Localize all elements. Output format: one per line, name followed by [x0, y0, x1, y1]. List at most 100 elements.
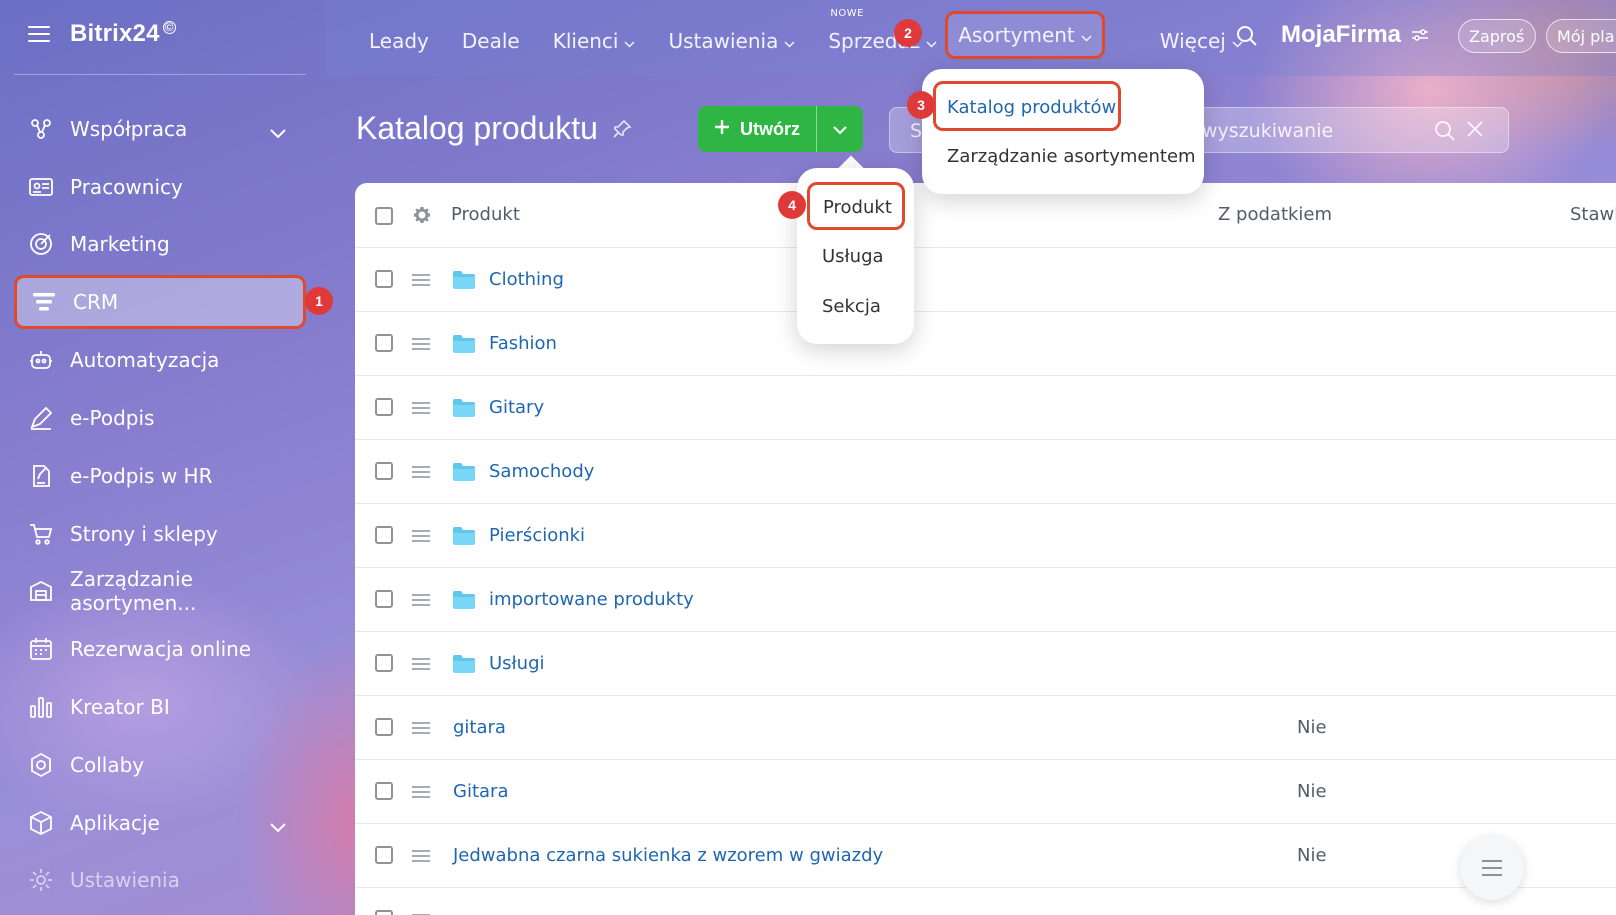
menu-item-katalog-produktow[interactable]: Katalog produktów	[933, 81, 1121, 131]
drag-handle-icon[interactable]	[412, 274, 430, 286]
sidebar-item-wspolpraca[interactable]: Współpraca	[14, 100, 306, 158]
tax-cell: Nie	[1297, 781, 1327, 802]
sidebar-item-ustawienia[interactable]: Ustawienia	[14, 852, 306, 910]
search-icon[interactable]	[1235, 24, 1259, 52]
row-checkbox[interactable]	[375, 590, 393, 608]
table-row[interactable]	[355, 888, 1616, 915]
table-row[interactable]: Gitara Nie	[355, 760, 1616, 824]
topnav-ustawienia[interactable]: Ustawienia	[668, 22, 795, 59]
top-nav: Leady Deale Klienci Ustawienia NOWE Sprz…	[369, 8, 1276, 59]
clear-x-icon[interactable]	[1466, 120, 1484, 146]
sidebar-item-aplikacje[interactable]: Aplikacje	[14, 794, 306, 852]
search-icon[interactable]	[1434, 120, 1456, 146]
menu-burger-icon[interactable]	[28, 26, 50, 42]
marketing-icon	[28, 231, 54, 257]
row-checkbox[interactable]	[375, 526, 393, 544]
table-row[interactable]: Fashion	[355, 312, 1616, 376]
row-checkbox[interactable]	[375, 654, 393, 672]
menu-item-usluga[interactable]: Usługa	[822, 246, 884, 267]
table-row[interactable]: importowane produkty	[355, 568, 1616, 632]
sidebar-item-e-podpis-hr[interactable]: e-Podpis w HR	[14, 447, 306, 505]
chevron-down-icon	[624, 29, 636, 53]
drag-handle-icon[interactable]	[412, 338, 430, 350]
table-row[interactable]: Samochody	[355, 440, 1616, 504]
sidebar-item-strony-i-sklepy[interactable]: Strony i sklepy	[14, 505, 306, 563]
drag-handle-icon[interactable]	[412, 722, 430, 734]
row-checkbox[interactable]	[375, 846, 393, 864]
sidebar-item-zarzadzanie-asortymentem[interactable]: Zarządzanie asortymen...	[14, 563, 306, 621]
drag-handle-icon[interactable]	[412, 402, 430, 414]
product-name-link[interactable]: Gitara	[453, 781, 508, 802]
drag-handle-icon[interactable]	[412, 466, 430, 478]
select-all-checkbox[interactable]	[375, 207, 393, 225]
row-checkbox[interactable]	[375, 398, 393, 416]
menu-item-zarzadzanie-asortymentem[interactable]: Zarządzanie asortymentem	[947, 146, 1196, 167]
product-name-link[interactable]: Jedwabna czarna sukienka z wzorem w gwia…	[453, 845, 883, 866]
create-dropdown-button[interactable]	[816, 106, 863, 152]
my-plan-button[interactable]: Mój pla	[1546, 19, 1616, 53]
chevron-down-icon[interactable]	[270, 814, 286, 838]
drag-handle-icon[interactable]	[412, 530, 430, 542]
table-row[interactable]: Jedwabna czarna sukienka z wzorem w gwia…	[355, 824, 1616, 888]
sidebar-item-kreator-bi[interactable]: Kreator BI	[14, 678, 306, 736]
company-name[interactable]: MojaFirma	[1281, 21, 1429, 49]
invite-button[interactable]: Zaproś	[1458, 19, 1536, 53]
topnav-klienci[interactable]: Klienci	[553, 22, 636, 59]
topnav-wiecej[interactable]: Więcej	[1160, 22, 1243, 59]
sidebar-item-crm[interactable]: CRM	[14, 275, 306, 330]
settings-gear-icon	[28, 867, 54, 893]
row-checkbox[interactable]	[375, 782, 393, 800]
table-row[interactable]: Pierścionki	[355, 504, 1616, 568]
chevron-down-icon	[1081, 23, 1092, 47]
section-name-link[interactable]: Clothing	[489, 269, 564, 290]
chevron-down-icon[interactable]	[270, 120, 286, 144]
section-name-link[interactable]: Pierścionki	[489, 525, 585, 546]
table-row[interactable]: gitara Nie	[355, 696, 1616, 760]
folder-icon	[452, 526, 476, 550]
table-row[interactable]: Clothing	[355, 248, 1616, 312]
row-checkbox[interactable]	[375, 334, 393, 352]
hr-signature-icon	[28, 463, 54, 489]
employees-icon	[28, 174, 54, 200]
section-name-link[interactable]: Samochody	[489, 461, 594, 482]
section-name-link[interactable]: importowane produkty	[489, 589, 694, 610]
menu-item-sekcja[interactable]: Sekcja	[822, 296, 881, 317]
row-checkbox[interactable]	[375, 718, 393, 736]
sidebar-item-rezerwacja-online[interactable]: Rezerwacja online	[14, 620, 306, 678]
chevron-down-icon	[784, 29, 795, 53]
row-checkbox[interactable]	[375, 462, 393, 480]
table-row[interactable]: Usługi	[355, 632, 1616, 696]
product-name-link[interactable]: gitara	[453, 717, 506, 738]
drag-handle-icon[interactable]	[412, 786, 430, 798]
sidebar-item-e-podpis[interactable]: e-Podpis	[14, 389, 306, 447]
table-row[interactable]: Gitary	[355, 376, 1616, 440]
sidebar-item-pracownicy[interactable]: Pracownicy	[14, 158, 306, 216]
sidebar-item-collaby[interactable]: Collaby	[14, 736, 306, 794]
column-header-tax[interactable]: Z podatkiem	[1218, 204, 1332, 225]
drag-handle-icon[interactable]	[412, 658, 430, 670]
pin-icon[interactable]	[612, 110, 632, 147]
column-header-rate[interactable]: Stawk	[1570, 204, 1616, 225]
menu-item-produkt[interactable]: Produkt	[807, 182, 905, 230]
topnav-leady[interactable]: Leady	[369, 22, 429, 59]
column-header-product[interactable]: Produkt	[451, 204, 520, 225]
drag-handle-icon[interactable]	[412, 850, 430, 862]
list-menu-button[interactable]	[1460, 836, 1524, 900]
gear-icon[interactable]	[412, 205, 432, 229]
topnav-asortyment[interactable]: Asortyment	[945, 11, 1105, 59]
folder-icon	[452, 462, 476, 486]
sidebar-item-automatyzacja[interactable]: Automatyzacja	[14, 331, 306, 389]
create-button[interactable]: Utwórz	[698, 106, 816, 152]
brand: Bitrix24 ©	[28, 20, 176, 48]
section-name-link[interactable]: Gitary	[489, 397, 544, 418]
drag-handle-icon[interactable]	[412, 594, 430, 606]
product-grid: Produkt Z podatkiem Stawk Clothing Fashio…	[355, 183, 1616, 915]
row-checkbox[interactable]	[375, 270, 393, 288]
step-badge-4: 4	[778, 191, 806, 219]
section-name-link[interactable]: Usługi	[489, 653, 545, 674]
section-name-link[interactable]: Fashion	[489, 333, 557, 354]
row-checkbox[interactable]	[375, 910, 393, 915]
topnav-deale[interactable]: Deale	[462, 22, 520, 59]
sidebar-item-marketing[interactable]: Marketing	[14, 216, 306, 274]
bitrix24-logo[interactable]: Bitrix24 ©	[70, 20, 176, 48]
